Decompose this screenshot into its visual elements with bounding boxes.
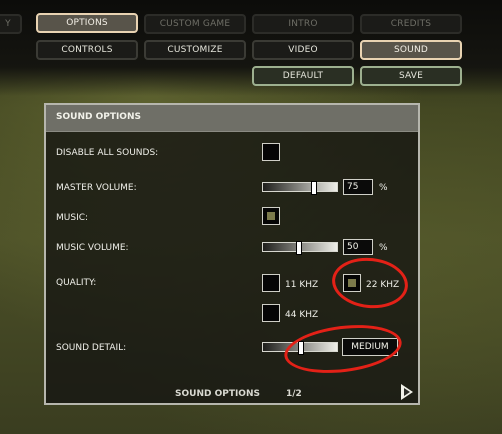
sound-detail-label: SOUND DETAIL: [56, 343, 127, 353]
music-volume-slider-knob[interactable] [296, 241, 302, 255]
save-button-label: SAVE [398, 71, 424, 81]
nav-options-label: OPTIONS [66, 18, 108, 28]
nav-partial-left-label: Y [5, 19, 11, 29]
nav-customize-label: CUSTOMIZE [167, 45, 223, 55]
master-volume-slider[interactable] [262, 181, 338, 195]
music-label: MUSIC: [56, 213, 89, 223]
quality-11khz-label: 11 KHZ [285, 280, 319, 290]
nav-sound-tab[interactable]: SOUND [360, 40, 462, 60]
disable-all-sounds-label: DISABLE ALL SOUNDS: [56, 148, 159, 158]
right-arrow-icon[interactable] [401, 384, 413, 400]
music-volume-slider[interactable] [262, 241, 338, 255]
nav-custom-game-label: CUSTOM GAME [159, 19, 231, 29]
music-checkbox-fill [267, 212, 275, 220]
master-volume-slider-knob[interactable] [311, 181, 317, 195]
nav-credits-label: CREDITS [390, 19, 432, 29]
master-volume-label: MASTER VOLUME: [56, 183, 137, 193]
nav-controls-label: CONTROLS [61, 45, 113, 55]
music-volume-percent: % [379, 243, 388, 253]
footer-title: SOUND OPTIONS [175, 389, 260, 399]
nav-controls-tab[interactable]: CONTROLS [36, 40, 138, 60]
nav-sound-label: SOUND [393, 45, 429, 55]
master-volume-value[interactable]: 75 [343, 179, 373, 195]
default-button-label: DEFAULT [282, 71, 324, 81]
nav-intro-label: INTRO [288, 19, 318, 29]
master-volume-percent: % [379, 183, 388, 193]
music-volume-value[interactable]: 50 [343, 239, 373, 255]
quality-11khz-radio[interactable] [262, 274, 280, 292]
nav-customize-tab[interactable]: CUSTOMIZE [144, 40, 246, 60]
footer-page-indicator: 1/2 [286, 389, 302, 399]
save-button[interactable]: SAVE [360, 66, 462, 86]
nav-intro-tab[interactable]: INTRO [252, 14, 354, 34]
nav-video-label: VIDEO [288, 45, 318, 55]
nav-credits-tab[interactable]: CREDITS [360, 14, 462, 34]
panel-title: SOUND OPTIONS [56, 112, 141, 122]
music-checkbox[interactable] [262, 207, 280, 225]
music-volume-label: MUSIC VOLUME: [56, 243, 129, 253]
quality-label: QUALITY: [56, 278, 97, 288]
default-button[interactable]: DEFAULT [252, 66, 354, 86]
disable-all-sounds-checkbox[interactable] [262, 143, 280, 161]
nav-video-tab[interactable]: VIDEO [252, 40, 354, 60]
panel-header: SOUND OPTIONS [46, 105, 418, 132]
nav-partial-left-button[interactable]: Y [0, 14, 22, 34]
quality-44khz-radio[interactable] [262, 304, 280, 322]
quality-44khz-label: 44 KHZ [285, 310, 319, 320]
nav-custom-game-tab[interactable]: CUSTOM GAME [144, 14, 246, 34]
nav-options-tab[interactable]: OPTIONS [36, 13, 138, 33]
